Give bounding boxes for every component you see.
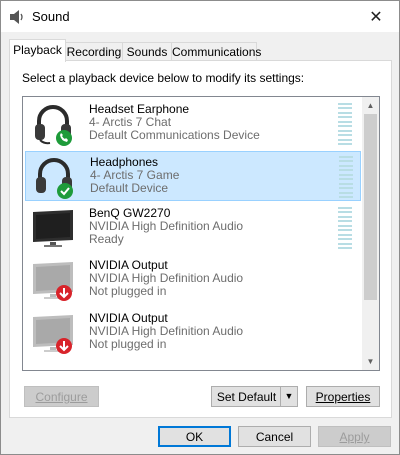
device-status: Ready (89, 232, 124, 246)
device-status: Not plugged in (89, 337, 167, 351)
set-default-dropdown[interactable]: ▼ (280, 387, 297, 406)
tab-playback[interactable]: Playback (9, 39, 66, 62)
scroll-up-button[interactable]: ▲ (362, 97, 379, 114)
headphones-icon (36, 158, 73, 199)
scroll-down-button[interactable]: ▼ (362, 353, 379, 370)
phone-badge-icon (56, 130, 72, 146)
monitor-icon (33, 315, 73, 354)
set-default-label: Set Default (216, 390, 277, 404)
check-badge-icon (57, 183, 73, 199)
tab-sounds[interactable]: Sounds (122, 42, 172, 61)
list-item[interactable]: NVIDIA Output NVIDIA High Definition Aud… (25, 255, 361, 305)
playback-panel: Select a playback device below to modify… (9, 60, 392, 418)
set-default-button[interactable]: Set Default ▼ (211, 386, 298, 407)
chevron-down-icon: ▼ (284, 391, 294, 401)
tab-recording[interactable]: Recording (65, 42, 123, 61)
cancel-button[interactable]: Cancel (238, 426, 311, 447)
configure-button[interactable]: Configure (24, 386, 99, 407)
instruction-text: Select a playback device below to modify… (22, 71, 305, 85)
chevron-up-icon: ▲ (366, 101, 375, 110)
speaker-icon (10, 10, 23, 24)
monitor-icon (33, 210, 73, 247)
vertical-scrollbar[interactable]: ▲ ▼ (362, 97, 379, 370)
apply-button[interactable]: Apply (318, 426, 391, 447)
list-item[interactable]: Headset Earphone 4- Arctis 7 Chat Defaul… (25, 99, 361, 149)
tab-communications[interactable]: Communications (171, 42, 261, 61)
volume-meter (338, 103, 352, 145)
close-button[interactable]: ✕ (353, 1, 399, 32)
volume-meter (338, 207, 352, 249)
monitor-icon (33, 262, 73, 301)
close-icon: ✕ (369, 8, 383, 26)
list-item[interactable]: BenQ GW2270 NVIDIA High Definition Audio… (25, 203, 361, 253)
scroll-thumb[interactable] (364, 114, 377, 300)
device-list[interactable]: Headset Earphone 4- Arctis 7 Chat Defaul… (22, 96, 380, 371)
list-item[interactable]: NVIDIA Output NVIDIA High Definition Aud… (25, 308, 361, 358)
properties-button[interactable]: Properties (306, 386, 380, 407)
chevron-down-icon: ▼ (366, 357, 375, 366)
ok-button[interactable]: OK (158, 426, 231, 447)
device-status: Default Device (90, 181, 169, 195)
device-status: Not plugged in (89, 284, 167, 298)
headset-icon (35, 105, 72, 146)
list-item[interactable]: Headphones 4- Arctis 7 Game Default Devi… (25, 151, 361, 201)
volume-meter (339, 156, 353, 198)
window-title: Sound (32, 9, 70, 24)
title-bar: Sound ✕ (1, 1, 399, 32)
sound-dialog: Sound ✕ Playback Recording Sounds Commun… (0, 0, 400, 455)
device-status: Default Communications Device (89, 128, 260, 142)
